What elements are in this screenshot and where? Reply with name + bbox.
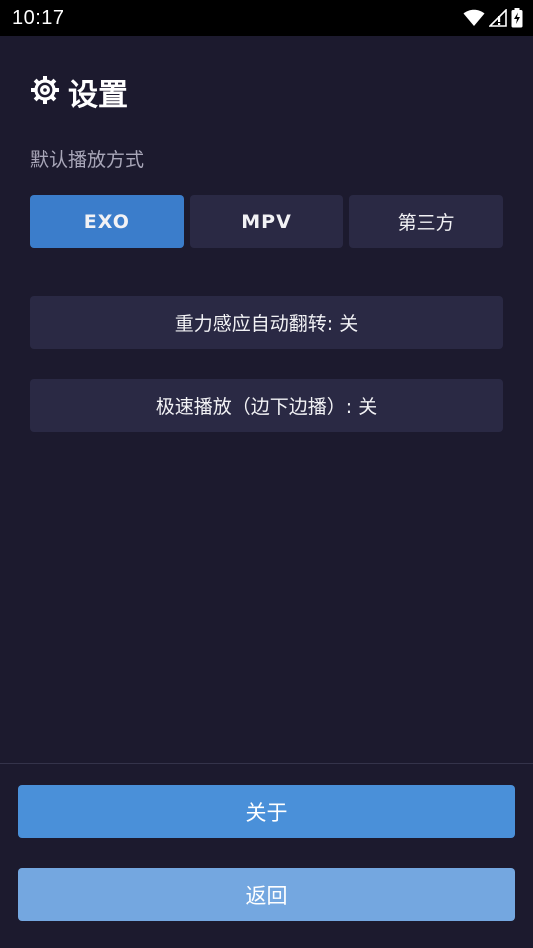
battery-icon — [511, 8, 523, 28]
speed-play-toggle[interactable]: 极速播放（边下边播）: 关 — [30, 379, 503, 432]
gear-icon — [30, 75, 60, 109]
playback-option-exo[interactable]: EXO — [30, 195, 184, 248]
about-button[interactable]: 关于 — [18, 785, 515, 838]
wifi-icon — [463, 9, 485, 27]
playback-option-mpv[interactable]: MPV — [189, 195, 344, 248]
signal-icon — [489, 9, 507, 27]
status-time: 10:17 — [12, 6, 65, 29]
playback-mode-label: 默认播放方式 — [30, 149, 145, 171]
footer-divider — [0, 763, 533, 764]
gravity-rotate-toggle[interactable]: 重力感应自动翻转: 关 — [30, 296, 503, 349]
playback-option-third-party[interactable]: 第三方 — [349, 195, 504, 248]
playback-mode-selector: EXO MPV 第三方 — [30, 195, 504, 248]
page-title: 设置 — [68, 78, 128, 113]
back-button[interactable]: 返回 — [18, 868, 515, 921]
page-header: 设置 — [30, 70, 128, 114]
status-bar: 10:17 — [0, 0, 533, 36]
status-icons — [463, 8, 523, 28]
